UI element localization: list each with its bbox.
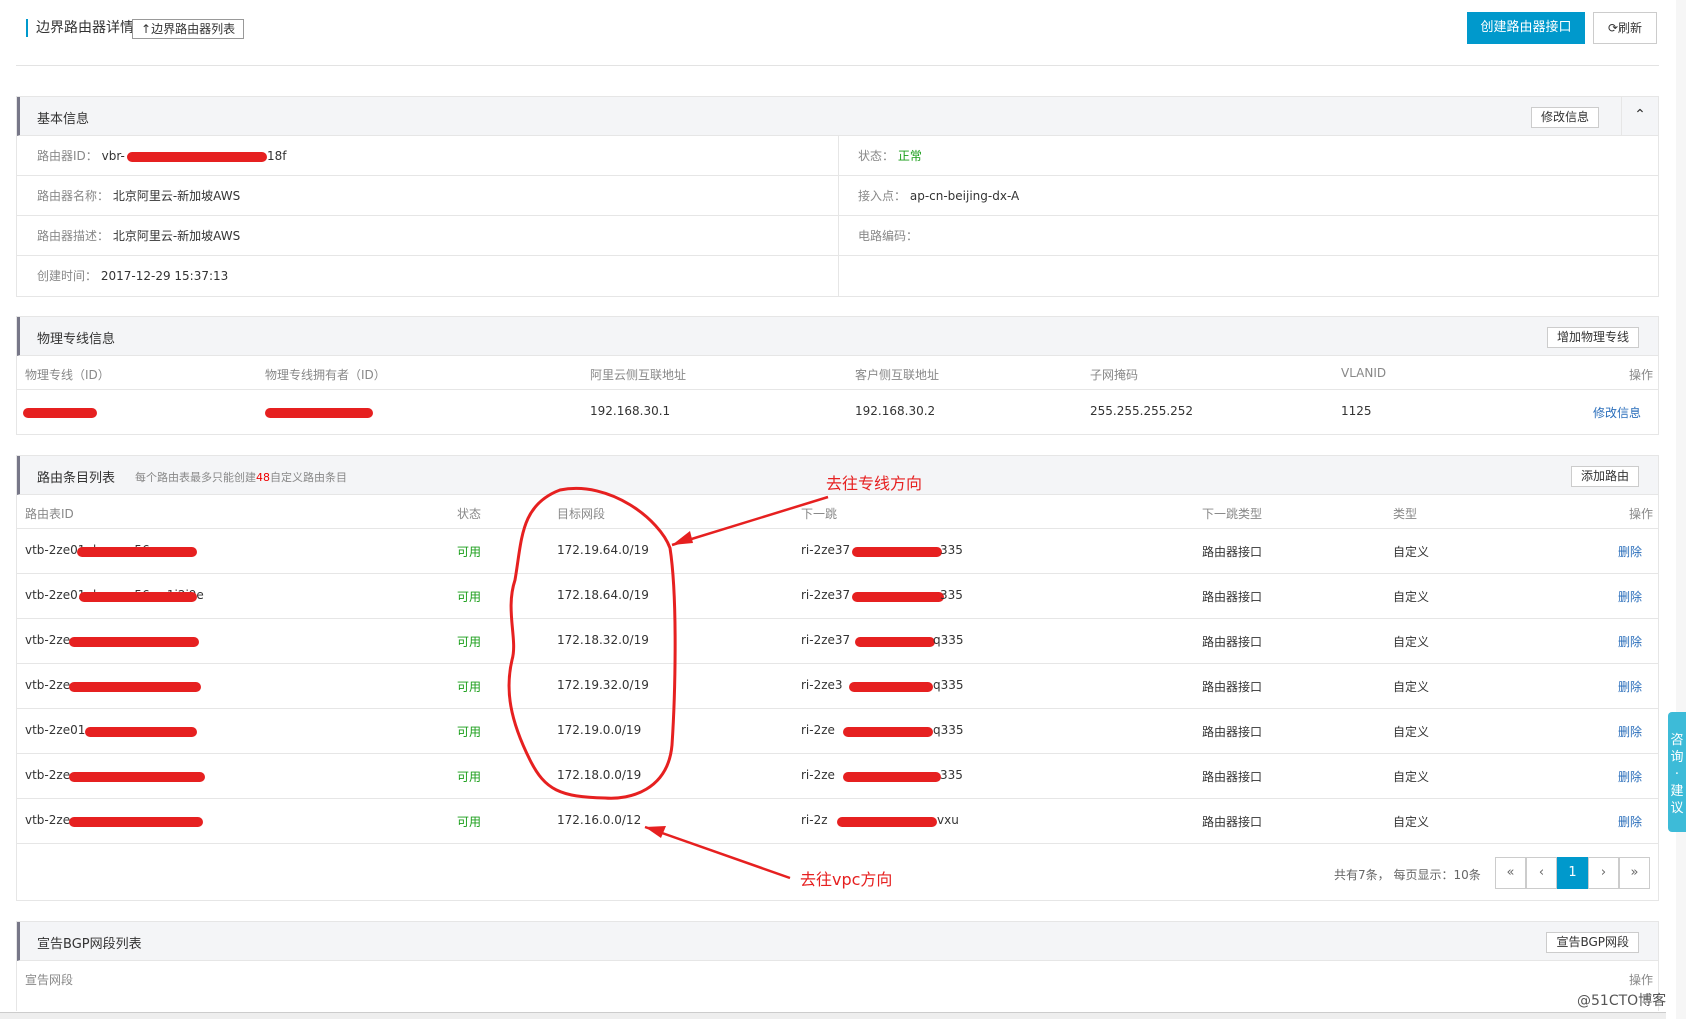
- watermark: @51CTO博客: [1577, 993, 1667, 1009]
- annotation-arrow: [644, 825, 791, 880]
- feedback-float-button[interactable]: 咨询·建议: [1668, 712, 1686, 832]
- bottom-bar: [0, 1012, 1666, 1019]
- annotation-circle: [507, 487, 677, 800]
- annotation-dedicated-line: 去往专线方向: [826, 474, 923, 493]
- annotation-arrow: [671, 495, 829, 547]
- feedback-label: 咨询·建议: [1670, 733, 1684, 816]
- scrollbar[interactable]: [1676, 0, 1686, 1019]
- annotation-vpc: 去往vpc方向: [800, 870, 893, 889]
- arrowhead-icon: [672, 531, 693, 545]
- arrowhead-icon: [645, 826, 666, 838]
